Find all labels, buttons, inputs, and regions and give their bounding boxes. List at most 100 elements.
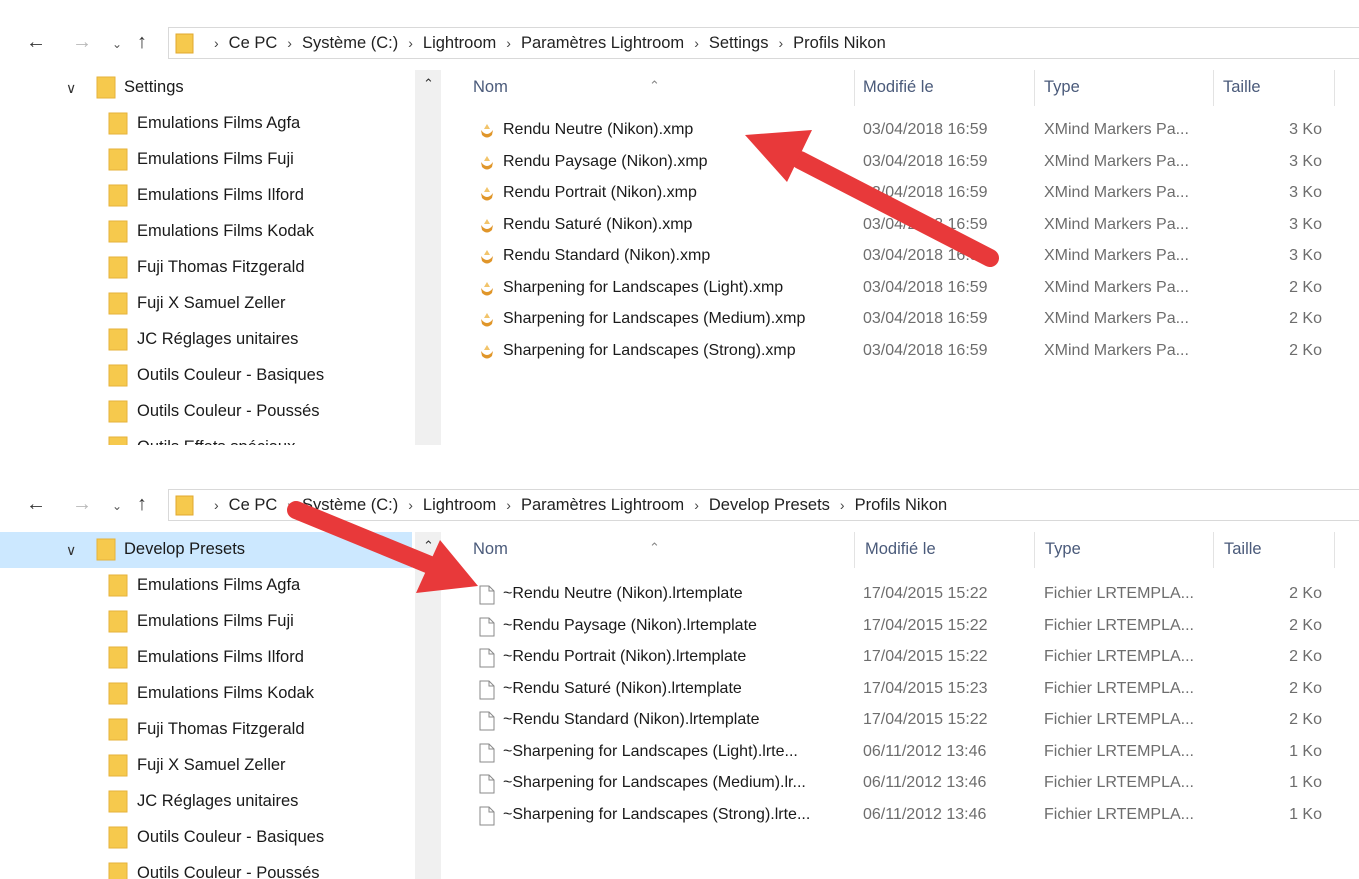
forward-button[interactable]: →	[72, 492, 92, 516]
breadcrumb-item[interactable]: Système (C:)	[302, 34, 398, 53]
tree-item[interactable]: JC Réglages unitaires	[0, 322, 412, 358]
breadcrumb-item[interactable]: Paramètres Lightroom	[521, 34, 684, 53]
column-header-modified[interactable]: Modifié le	[863, 78, 934, 97]
breadcrumb-item[interactable]: Ce PC	[229, 496, 278, 515]
file-row[interactable]: ~Sharpening for Landscapes (Light).lrte.…	[441, 737, 1359, 768]
file-row[interactable]: ~Rendu Saturé (Nikon).lrtemplate 17/04/20…	[441, 674, 1359, 705]
forward-button[interactable]: →	[72, 30, 92, 54]
tree-item[interactable]: Outils Couleur - Poussés	[0, 394, 412, 430]
address-bar[interactable]: › Ce PC › Système (C:) › Lightroom › Par…	[168, 27, 1359, 59]
column-divider[interactable]	[1334, 70, 1335, 106]
file-modified-date: 06/11/2012 13:46	[863, 774, 987, 791]
file-row[interactable]: Rendu Neutre (Nikon).xmp 03/04/2018 16:59…	[441, 115, 1359, 146]
address-row: ← → ⌄ ↑ › Ce PC › Système (C:) › Lightro…	[0, 24, 1359, 60]
tree-item[interactable]: Emulations Films Fuji	[0, 142, 412, 178]
file-row[interactable]: ~Rendu Portrait (Nikon).lrtemplate 17/04/…	[441, 642, 1359, 673]
breadcrumb-item[interactable]: Paramètres Lightroom	[521, 496, 684, 515]
column-divider[interactable]	[1213, 532, 1214, 568]
chevron-down-icon[interactable]: ∨	[66, 542, 76, 559]
file-row[interactable]: Rendu Portrait (Nikon).xmp 03/04/2018 16:…	[441, 178, 1359, 209]
file-row[interactable]: ~Rendu Standard (Nikon).lrtemplate 17/04/…	[441, 705, 1359, 736]
breadcrumb-item[interactable]: Système (C:)	[302, 496, 398, 515]
tree-item[interactable]: Emulations Films Agfa	[0, 568, 412, 604]
tree-item[interactable]: Fuji Thomas Fitzgerald	[0, 712, 412, 748]
column-divider[interactable]	[1034, 70, 1035, 106]
tree-item[interactable]: Emulations Films Kodak	[0, 676, 412, 712]
xmp-file-icon	[479, 153, 495, 173]
generic-file-icon	[479, 617, 495, 637]
file-type: XMind Markers Pa...	[1044, 184, 1189, 201]
file-row[interactable]: ~Rendu Paysage (Nikon).lrtemplate 17/04/2…	[441, 611, 1359, 642]
breadcrumb-separator: ›	[694, 35, 699, 51]
file-row[interactable]: Sharpening for Landscapes (Medium).xmp 03…	[441, 304, 1359, 335]
address-bar[interactable]: › Ce PC › Système (C:) › Lightroom › Par…	[168, 489, 1359, 521]
tree-item[interactable]: Outils Couleur - Basiques	[0, 358, 412, 394]
column-header-name[interactable]: Nom	[473, 78, 508, 97]
breadcrumb-item[interactable]: Profils Nikon	[793, 34, 886, 53]
tree-item-label: Emulations Films Kodak	[137, 222, 314, 240]
breadcrumb-item[interactable]: Develop Presets	[709, 496, 830, 515]
column-header-type[interactable]: Type	[1045, 540, 1081, 559]
tree-item[interactable]: Emulations Films Fuji	[0, 604, 412, 640]
column-header-name[interactable]: Nom	[473, 540, 508, 559]
tree-item[interactable]: Emulations Films Ilford	[0, 640, 412, 676]
tree-item[interactable]: Outils Couleur - Poussés	[0, 856, 412, 879]
file-row[interactable]: ~Rendu Neutre (Nikon).lrtemplate 17/04/20…	[441, 579, 1359, 610]
tree-item[interactable]: Emulations Films Agfa	[0, 106, 412, 142]
file-size: 3 Ko	[1289, 121, 1322, 138]
tree-item-label: Emulations Films Fuji	[137, 612, 294, 630]
file-size: 3 Ko	[1289, 152, 1322, 170]
file-row[interactable]: Rendu Saturé (Nikon).xmp 03/04/2018 16:59…	[441, 210, 1359, 241]
breadcrumb-item[interactable]: Lightroom	[423, 34, 496, 53]
file-row[interactable]: Sharpening for Landscapes (Light).xmp 03/…	[441, 273, 1359, 304]
file-row[interactable]: Sharpening for Landscapes (Strong).xmp 03…	[441, 336, 1359, 367]
column-divider[interactable]	[854, 532, 855, 568]
tree-item[interactable]: Fuji X Samuel Zeller	[0, 748, 412, 784]
tree-item[interactable]: Emulations Films Ilford	[0, 178, 412, 214]
up-button[interactable]: ↑	[137, 30, 147, 54]
file-name: ~Sharpening for Landscapes (Strong).lrte…	[503, 805, 811, 823]
folder-icon	[108, 328, 128, 351]
tree-item[interactable]: Emulations Films Kodak	[0, 214, 412, 250]
tree-item[interactable]: Fuji Thomas Fitzgerald	[0, 250, 412, 286]
breadcrumb-item[interactable]: Lightroom	[423, 496, 496, 515]
tree-item-label: Emulations Films Kodak	[137, 684, 314, 702]
tree-item[interactable]: ∨ Settings	[0, 70, 412, 106]
folder-icon	[108, 646, 128, 669]
chevron-down-icon[interactable]: ∨	[66, 80, 76, 97]
column-divider[interactable]	[1213, 70, 1214, 106]
column-header-modified[interactable]: Modifié le	[865, 540, 936, 559]
folder-icon	[108, 436, 128, 445]
scroll-up-icon[interactable]: ⌃	[423, 76, 434, 92]
file-row[interactable]: ~Sharpening for Landscapes (Medium).lr..…	[441, 768, 1359, 799]
back-button[interactable]: ←	[26, 492, 46, 516]
tree-item[interactable]: JC Réglages unitaires	[0, 784, 412, 820]
tree-scrollbar[interactable]: ⌃	[415, 532, 441, 879]
file-row[interactable]: ~Sharpening for Landscapes (Strong).lrte…	[441, 800, 1359, 831]
breadcrumb-item[interactable]: Ce PC	[229, 34, 278, 53]
tree-item[interactable]: Outils Couleur - Basiques	[0, 820, 412, 856]
column-header-size[interactable]: Taille	[1224, 540, 1262, 559]
back-button[interactable]: ←	[26, 30, 46, 54]
tree-item[interactable]: Fuji X Samuel Zeller	[0, 286, 412, 322]
file-row[interactable]: Rendu Paysage (Nikon).xmp 03/04/2018 16:5…	[441, 147, 1359, 178]
column-header-size[interactable]: Taille	[1223, 78, 1261, 97]
file-size: 2 Ko	[1289, 616, 1322, 634]
tree-scrollbar[interactable]: ⌃	[415, 70, 441, 445]
tree-item[interactable]: Outils Effets spéciaux	[0, 430, 412, 445]
column-divider[interactable]	[854, 70, 855, 106]
recent-locations-chevron-down-icon[interactable]: ⌄	[112, 494, 122, 518]
file-row[interactable]: Rendu Standard (Nikon).xmp 03/04/2018 16:…	[441, 241, 1359, 272]
column-divider[interactable]	[1334, 532, 1335, 568]
column-divider[interactable]	[1034, 532, 1035, 568]
recent-locations-chevron-down-icon[interactable]: ⌄	[112, 32, 122, 56]
up-button[interactable]: ↑	[137, 492, 147, 516]
navigation-tree: ∨ Develop Presets Emulations Films Agfa Emu…	[0, 532, 412, 879]
breadcrumb-item[interactable]: Settings	[709, 34, 769, 53]
scroll-up-icon[interactable]: ⌃	[423, 538, 434, 554]
tree-item[interactable]: ∨ Develop Presets	[0, 532, 412, 568]
folder-icon	[96, 538, 116, 561]
breadcrumb-item[interactable]: Profils Nikon	[855, 496, 948, 515]
file-name: Rendu Standard (Nikon).xmp	[503, 247, 711, 264]
column-header-type[interactable]: Type	[1044, 78, 1080, 97]
